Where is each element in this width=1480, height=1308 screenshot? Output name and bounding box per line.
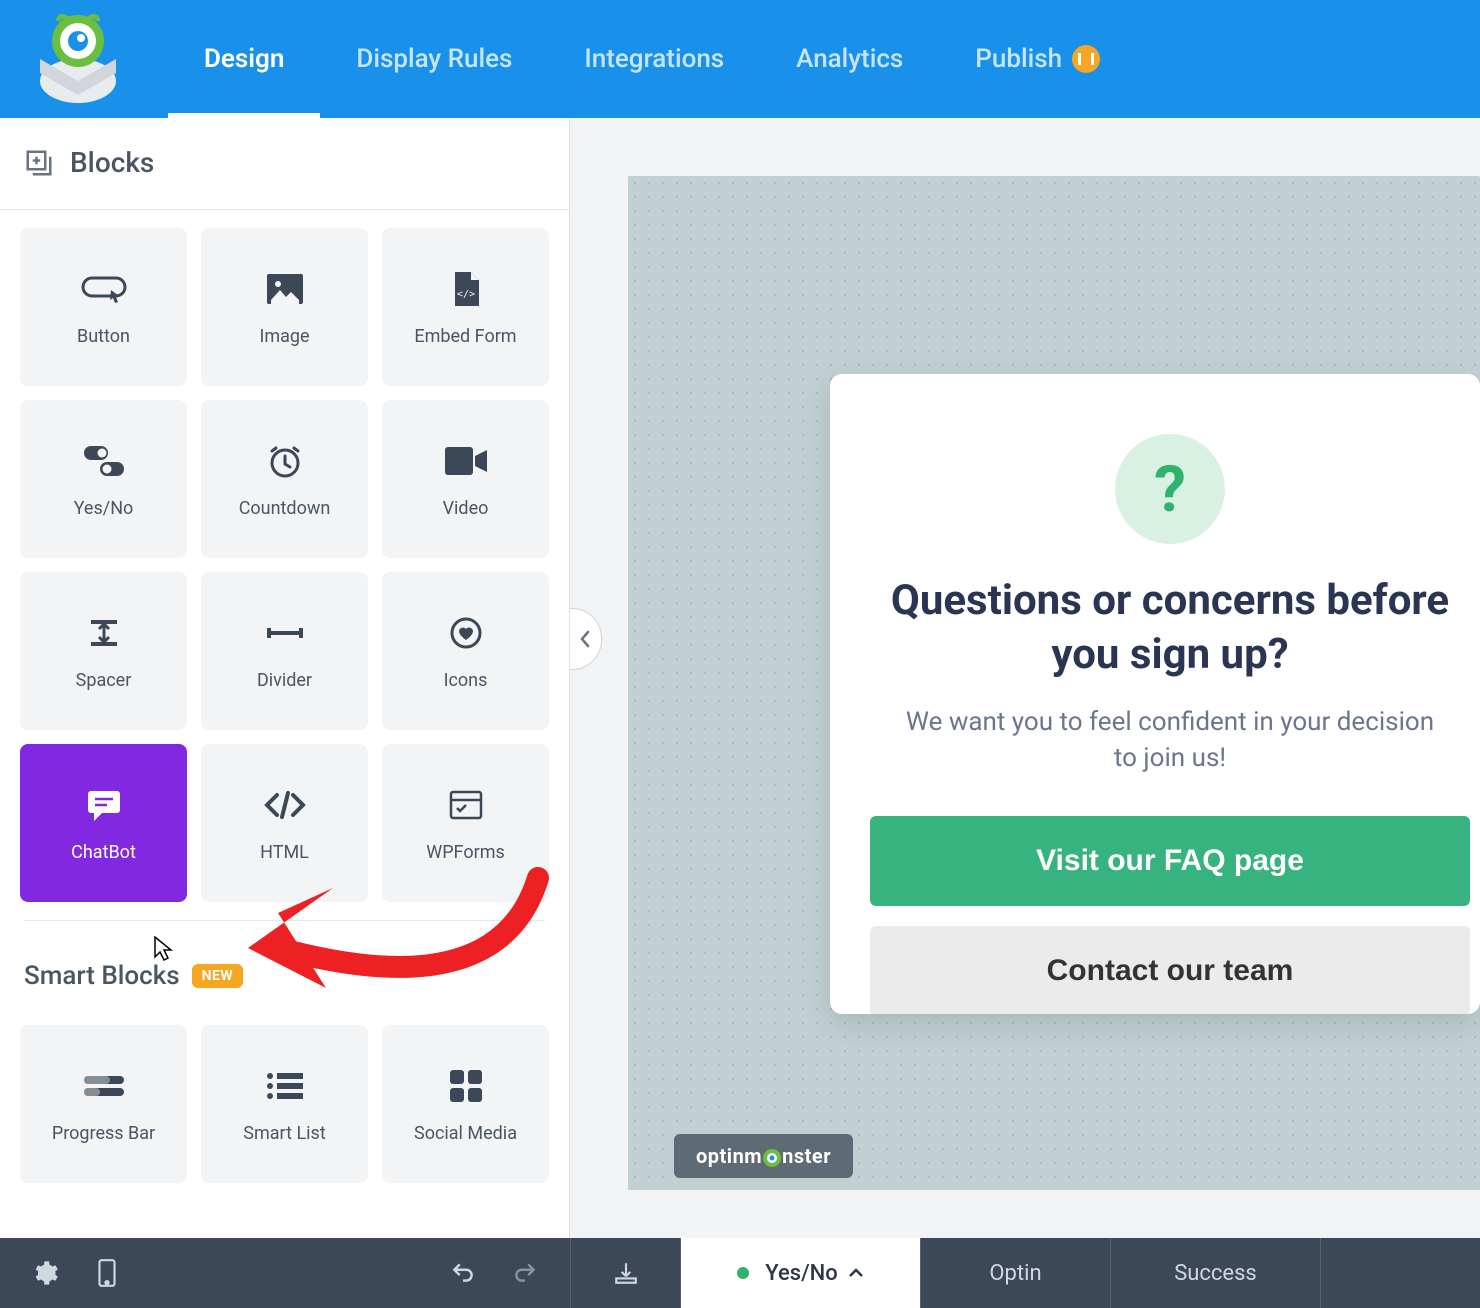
- block-countdown[interactable]: Countdown: [201, 400, 368, 558]
- divider-icon: [265, 612, 305, 654]
- tab-analytics[interactable]: Analytics: [760, 0, 939, 118]
- collapse-sidebar-button[interactable]: [570, 608, 602, 670]
- block-button[interactable]: Button: [20, 228, 187, 386]
- file-code-icon: </>: [451, 268, 481, 310]
- tab-integrations[interactable]: Integrations: [548, 0, 760, 118]
- block-html[interactable]: HTML: [201, 744, 368, 902]
- campaign-popup[interactable]: ? Questions or concerns before you sign …: [830, 374, 1480, 1014]
- progress-icon: [82, 1065, 126, 1107]
- block-label: WPForms: [426, 842, 505, 863]
- badge-new: NEW: [192, 964, 244, 988]
- heart-icon: [449, 612, 483, 654]
- block-image[interactable]: Image: [201, 228, 368, 386]
- popup-sub-line1: We want you to feel confident in your de…: [906, 707, 1434, 737]
- block-label: Video: [443, 498, 489, 519]
- yesno-icon: [82, 440, 126, 482]
- view-yesno[interactable]: Yes/No: [680, 1238, 920, 1308]
- primary-cta-button[interactable]: Visit our FAQ page: [870, 816, 1470, 906]
- block-social-media[interactable]: Social Media: [382, 1025, 549, 1183]
- form-icon: [449, 784, 483, 826]
- bottom-toolbar: Yes/No Optin Success: [0, 1238, 1480, 1308]
- pause-icon: [1072, 45, 1100, 73]
- block-label: HTML: [260, 842, 309, 863]
- block-label: Social Media: [414, 1123, 517, 1144]
- tab-publish-label: Publish: [975, 44, 1062, 74]
- app-logo: [18, 11, 138, 107]
- view-optin-label: Optin: [989, 1261, 1041, 1286]
- undo-button[interactable]: [436, 1246, 490, 1300]
- popup-heading-line1: Questions or concerns before: [891, 576, 1449, 625]
- active-dot-icon: [737, 1267, 749, 1279]
- spacer-icon: [87, 612, 121, 654]
- clock-icon: [266, 440, 304, 482]
- svg-text:</>: </>: [456, 289, 474, 300]
- block-icons[interactable]: Icons: [382, 572, 549, 730]
- tab-design[interactable]: Design: [168, 0, 320, 118]
- block-chatbot[interactable]: ChatBot: [20, 744, 187, 902]
- block-label: Progress Bar: [52, 1123, 155, 1144]
- view-success[interactable]: Success: [1110, 1238, 1320, 1308]
- top-navbar: Design Display Rules Integrations Analyt…: [0, 0, 1480, 118]
- block-label: Countdown: [239, 498, 331, 519]
- button-icon: [81, 268, 127, 310]
- smart-blocks-title: Smart Blocks: [24, 961, 180, 991]
- sidebar-header: Blocks: [0, 118, 569, 210]
- block-label: Divider: [257, 670, 312, 691]
- canvas: ? Questions or concerns before you sign …: [570, 118, 1480, 1238]
- popup-heading[interactable]: Questions or concerns before you sign up…: [870, 574, 1470, 682]
- block-label: Image: [259, 326, 309, 347]
- block-smart-list[interactable]: Smart List: [201, 1025, 368, 1183]
- block-label: Button: [77, 326, 130, 347]
- popup-subtext[interactable]: We want you to feel confident in your de…: [870, 704, 1470, 777]
- popup-sub-line2: to join us!: [1114, 743, 1226, 773]
- mobile-preview-button[interactable]: [80, 1246, 134, 1300]
- image-icon: [267, 268, 303, 310]
- blocks-sidebar: Blocks Button Image </> Embed Form Yes/No Cou…: [0, 118, 570, 1238]
- optinmonster-watermark[interactable]: optinm nster: [674, 1134, 853, 1178]
- block-label: Spacer: [76, 670, 132, 691]
- view-yesno-label: Yes/No: [765, 1261, 838, 1286]
- video-icon: [445, 440, 487, 482]
- settings-button[interactable]: [18, 1246, 72, 1300]
- smart-block-grid: Progress Bar Smart List Social Media: [0, 1001, 569, 1201]
- block-progress-bar[interactable]: Progress Bar: [20, 1025, 187, 1183]
- social-icon: [448, 1065, 484, 1107]
- download-button[interactable]: [570, 1238, 680, 1308]
- block-embed-form[interactable]: </> Embed Form: [382, 228, 549, 386]
- question-mark-icon: ?: [1115, 434, 1225, 544]
- block-label: Icons: [444, 670, 488, 691]
- view-success-label: Success: [1174, 1261, 1257, 1286]
- chevron-up-icon: [848, 1267, 864, 1279]
- bottombar-spacer: [1320, 1238, 1480, 1308]
- redo-button[interactable]: [498, 1246, 552, 1300]
- sidebar-title: Blocks: [70, 146, 154, 179]
- block-wpforms[interactable]: WPForms: [382, 744, 549, 902]
- block-spacer[interactable]: Spacer: [20, 572, 187, 730]
- block-divider[interactable]: Divider: [201, 572, 368, 730]
- list-icon: [265, 1065, 305, 1107]
- block-yes-no[interactable]: Yes/No: [20, 400, 187, 558]
- view-optin[interactable]: Optin: [920, 1238, 1110, 1308]
- smart-blocks-header: Smart Blocks NEW: [0, 921, 569, 1001]
- code-icon: [263, 784, 307, 826]
- blocks-icon: [24, 148, 54, 178]
- nav-tabs: Design Display Rules Integrations Analyt…: [168, 0, 1136, 118]
- popup-heading-line2: you sign up?: [1051, 630, 1288, 679]
- tab-display-rules[interactable]: Display Rules: [320, 0, 548, 118]
- block-label: Embed Form: [414, 326, 516, 347]
- block-label: ChatBot: [71, 842, 136, 863]
- block-label: Yes/No: [74, 498, 134, 519]
- secondary-cta-button[interactable]: Contact our team: [870, 926, 1470, 1014]
- chat-icon: [86, 784, 122, 826]
- block-video[interactable]: Video: [382, 400, 549, 558]
- block-label: Smart List: [243, 1123, 325, 1144]
- tab-publish[interactable]: Publish: [939, 0, 1136, 118]
- block-grid: Button Image </> Embed Form Yes/No Countdown V…: [0, 210, 569, 920]
